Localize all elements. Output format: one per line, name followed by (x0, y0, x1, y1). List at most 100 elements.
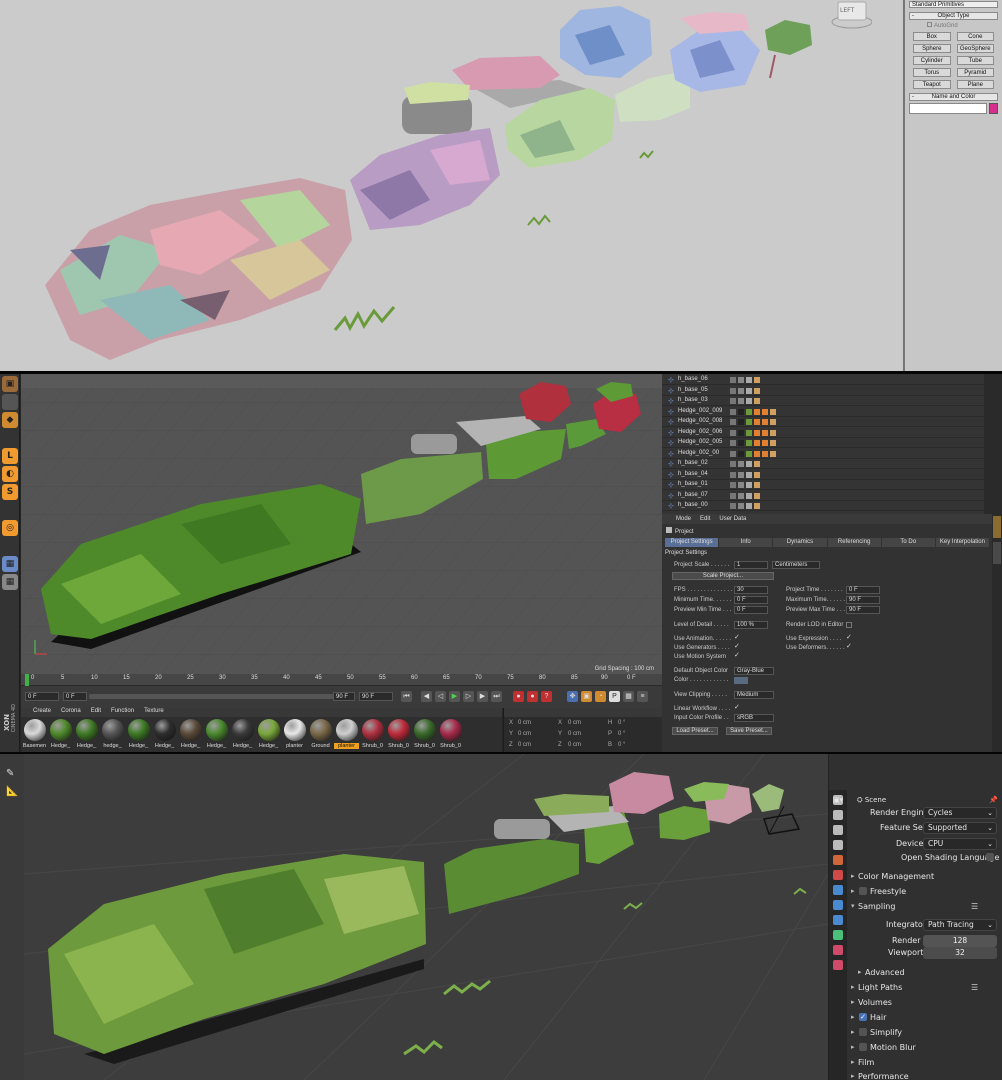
object-tool-icon[interactable]: ◆ (2, 412, 18, 428)
material-slot[interactable]: planter (334, 719, 359, 752)
material-slot[interactable]: Shrub_0 (438, 719, 463, 752)
simplify-arrow[interactable]: ▸ (851, 1028, 855, 1036)
attr-menu-userdata[interactable]: User Data (719, 514, 746, 524)
lod-input[interactable]: 100 % (734, 621, 768, 629)
pyramid-button[interactable]: Pyramid (956, 68, 994, 77)
material-slot[interactable]: Hedge_ (48, 719, 73, 752)
material-menu-edit[interactable]: Edit (91, 708, 101, 717)
project-scale-input[interactable]: 1 (734, 561, 768, 569)
tab-dynamics[interactable]: Dynamics (773, 538, 827, 547)
end-frame-field[interactable]: 90 F (333, 692, 355, 701)
object-row[interactable]: ⊹ Hedge_002_00 (662, 449, 984, 459)
material-slot[interactable]: Shrub_0 (360, 719, 385, 752)
object-row[interactable]: ⊹ Hedge_002_009 (662, 407, 984, 417)
osl-checkbox[interactable] (986, 853, 994, 861)
object-tag-icon[interactable] (730, 387, 736, 394)
material-slot[interactable]: Basemen (22, 719, 47, 752)
object-tag-icon[interactable] (730, 461, 736, 467)
object-row[interactable]: ⊹ h_base_05 (662, 386, 984, 396)
object-tag-icon[interactable] (754, 461, 760, 467)
object-row[interactable]: ⊹ h_base_06 (662, 375, 984, 385)
mouse-tool-icon[interactable]: ◐ (2, 466, 18, 482)
autogrid-checkbox[interactable]: AutoGrid (927, 22, 1002, 29)
use-animation-checkbox[interactable]: ✓ (734, 634, 740, 641)
rotate-key-icon[interactable]: ◔ (595, 691, 606, 702)
coord-value-field[interactable]: 0 ° (618, 720, 625, 726)
object-tag-icon[interactable] (762, 419, 768, 425)
attributes-side-tab[interactable] (993, 516, 1001, 538)
object-tag-icon[interactable] (738, 419, 744, 425)
tab-todo[interactable]: To Do (881, 538, 935, 547)
performance-panel[interactable]: Performance (858, 1072, 909, 1080)
object-row[interactable]: ⊹ h_base_01 (662, 480, 984, 490)
record-icon[interactable]: ● (513, 691, 524, 702)
volumes-arrow[interactable]: ▸ (851, 998, 855, 1006)
film-panel[interactable]: Film (858, 1058, 874, 1067)
object-tag-icon[interactable] (730, 419, 736, 425)
hair-checkbox[interactable]: ✓ (859, 1013, 867, 1021)
timeline-ruler[interactable]: 0 5 10 15 20 25 30 35 40 45 50 55 60 65 … (21, 674, 662, 686)
editor-type-icon[interactable]: ▣▾ (833, 796, 843, 804)
object-tag-icon[interactable] (730, 471, 736, 478)
prev-frame-icon[interactable]: ◁ (435, 691, 446, 702)
keyframe-help-icon[interactable]: ? (541, 691, 552, 702)
object-tag-icon[interactable] (738, 471, 744, 478)
object-tag-icon[interactable] (754, 503, 760, 509)
coord-value-field[interactable]: 0 cm (568, 742, 581, 748)
linear-workflow-checkbox[interactable]: ✓ (734, 704, 740, 711)
render-tab-icon[interactable] (833, 810, 843, 820)
motion-blur-panel[interactable]: Motion Blur (870, 1043, 916, 1052)
material-slot[interactable]: planter (282, 719, 307, 752)
measure-tool-icon[interactable]: 📐 (6, 786, 18, 798)
object-row[interactable]: ⊹ h_base_07 (662, 491, 984, 501)
object-tag-icon[interactable] (762, 429, 768, 436)
material-menu-create[interactable]: Create (33, 708, 51, 717)
object-tag-icon[interactable] (730, 377, 736, 383)
max-viewport[interactable]: LEFT (0, 0, 902, 371)
pla-key-icon[interactable]: ▦ (623, 691, 634, 702)
object-list-scrollbar[interactable] (984, 374, 992, 514)
project-scale-unit-select[interactable]: Centimeters (772, 561, 820, 569)
light-paths-arrow[interactable]: ▸ (851, 983, 855, 991)
save-preset-button[interactable]: Save Preset... (726, 727, 772, 735)
viewport-samples-field[interactable]: 32 (923, 947, 997, 959)
color-management-panel[interactable]: Color Management (858, 872, 934, 881)
coord-value-field[interactable]: 0 cm (568, 720, 581, 726)
teapot-button[interactable]: Teapot (913, 80, 951, 89)
default-color-select[interactable]: Gray-Blue (734, 667, 774, 675)
name-color-rollout[interactable]: - Name and Color (909, 93, 998, 101)
render-engine-select[interactable]: Cycles ⌄ (923, 807, 997, 819)
motion-blur-arrow[interactable]: ▸ (851, 1043, 855, 1051)
object-tag-icon[interactable] (746, 440, 752, 446)
coord-value-field[interactable]: 0 cm (518, 742, 531, 748)
material-slot[interactable]: Shrub_0 (412, 719, 437, 752)
coord-value-field[interactable]: 0 cm (518, 731, 531, 737)
render-lod-checkbox[interactable] (846, 622, 852, 628)
geosphere-button[interactable]: GeoSphere (956, 44, 994, 53)
object-tag-icon[interactable] (738, 492, 744, 499)
object-type-rollout[interactable]: - Object Type (909, 12, 998, 20)
render-samples-field[interactable]: 128 (923, 935, 997, 947)
next-key-icon[interactable]: ▶ (477, 691, 488, 702)
simplify-panel[interactable]: Simplify (870, 1028, 902, 1037)
object-tag-icon[interactable] (730, 450, 736, 457)
material-menu-corona[interactable]: Corona (61, 708, 81, 717)
lock-tool-icon[interactable]: ▦ (2, 556, 18, 572)
freestyle-arrow[interactable]: ▸ (851, 887, 855, 895)
coord-value-field[interactable]: 0 cm (568, 731, 581, 737)
object-tag-icon[interactable] (754, 492, 760, 499)
object-row[interactable]: ⊹ h_base_00 (662, 501, 984, 511)
sphere-button[interactable]: Sphere (913, 44, 951, 53)
particles-tab-icon[interactable] (833, 900, 843, 910)
object-tag-icon[interactable] (754, 398, 760, 404)
start-frame-field[interactable]: 0 F (63, 692, 87, 701)
tab-referencing[interactable]: Referencing (827, 538, 881, 547)
material-slot[interactable]: Hedge_ (204, 719, 229, 752)
object-tag-icon[interactable] (770, 419, 776, 425)
object-tag-icon[interactable] (762, 408, 768, 415)
object-tag-icon[interactable] (754, 429, 760, 436)
material-menu-function[interactable]: Function (111, 708, 134, 717)
object-tag-icon[interactable] (770, 450, 776, 457)
object-tag-icon[interactable] (746, 419, 752, 425)
torus-button[interactable]: Torus (913, 68, 951, 77)
